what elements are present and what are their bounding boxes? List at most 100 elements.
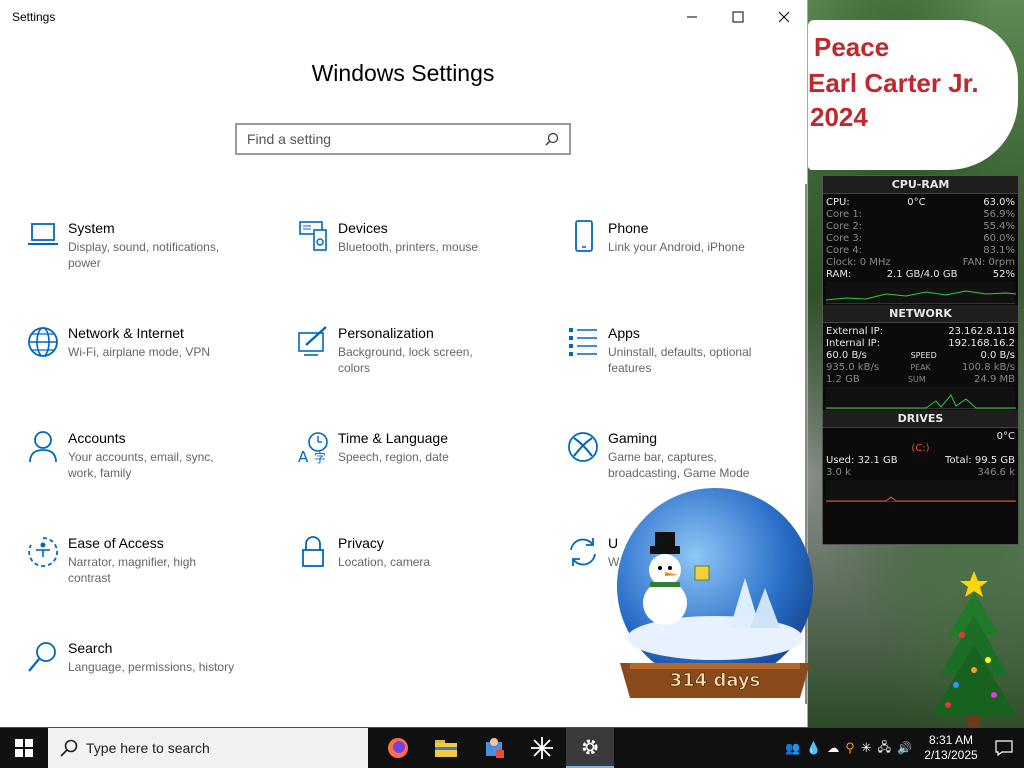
- core-2-label: Core 2:: [826, 221, 863, 232]
- tile-devices[interactable]: Devices Bluetooth, printers, mouse: [288, 220, 538, 300]
- cpu-ram-title: CPU-RAM: [891, 178, 950, 191]
- clock-date: 2/13/2025: [924, 748, 978, 762]
- tile-system-name: System: [68, 220, 115, 236]
- taskbar-settings[interactable]: [566, 728, 614, 768]
- gear-icon: [582, 739, 598, 755]
- tile-time-language[interactable]: A字 Time & Language Speech, region, date: [288, 430, 538, 510]
- close-button[interactable]: [761, 0, 807, 34]
- firefox-icon: [388, 738, 408, 758]
- snow-globe-widget[interactable]: 314 days: [610, 488, 820, 713]
- tile-apps-desc: Uninstall, defaults, optional features: [608, 345, 752, 375]
- cpu-graph: [825, 282, 1017, 304]
- ease-of-access-icon: [18, 535, 68, 575]
- tile-network[interactable]: Network & Internet Wi-Fi, airplane mode, …: [18, 325, 268, 405]
- desktop-banner: Peace Earl Carter Jr. 2024: [808, 20, 1018, 170]
- tile-system[interactable]: System Display, sound, notifications, pow…: [18, 220, 268, 300]
- snow-globe-icon: 314 days: [617, 488, 813, 698]
- tray-volume-icon[interactable]: 🔊: [897, 741, 912, 755]
- taskbar: Type here to search 👥 💧 ☁ ⚲ ✳ 🖧 🔊 8:31 A…: [0, 728, 1024, 768]
- core-4-value: 83.1%: [983, 245, 1015, 256]
- tile-accounts-name: Accounts: [68, 430, 126, 446]
- notification-button[interactable]: [984, 728, 1024, 768]
- tile-phone[interactable]: Phone Link your Android, iPhone: [558, 220, 807, 300]
- tray-search-icon[interactable]: ⚲: [845, 740, 855, 756]
- fan-label: FAN: 0rpm: [962, 257, 1015, 268]
- external-ip-value: 23.162.8.118: [948, 326, 1015, 337]
- drive-read: 3.0 k: [826, 467, 851, 478]
- clock-time: 8:31 AM: [928, 733, 974, 747]
- taskbar-search-icon: [60, 739, 78, 757]
- taskbar-file-explorer[interactable]: [422, 728, 470, 768]
- window-title: Settings: [12, 10, 56, 24]
- settings-search-input[interactable]: [247, 131, 545, 147]
- search-magnifier-icon: [18, 640, 68, 680]
- sum-right: 24.9 MB: [974, 374, 1015, 385]
- taskbar-search-text: Type here to search: [86, 740, 210, 756]
- peak-label: PEAK: [910, 363, 931, 372]
- start-button[interactable]: [0, 728, 48, 768]
- taskbar-clock[interactable]: 8:31 AM 2/13/2025: [918, 733, 984, 763]
- drives-title: DRIVES: [897, 412, 944, 425]
- core-1-label: Core 1:: [826, 209, 863, 220]
- tile-time-language-name: Time & Language: [338, 430, 448, 446]
- folder-icon: [435, 740, 457, 757]
- tray-weather-icon[interactable]: ☁: [827, 741, 839, 755]
- taskbar-search-box[interactable]: Type here to search: [48, 728, 368, 768]
- search-icon[interactable]: [545, 132, 559, 146]
- tray-people-icon[interactable]: 👥: [785, 741, 800, 755]
- taskbar-firefox[interactable]: [374, 728, 422, 768]
- tray-network-icon[interactable]: 🖧: [878, 738, 891, 759]
- windows-logo-icon: [15, 739, 33, 757]
- network-title: NETWORK: [889, 307, 952, 320]
- peak-right: 100.8 kB/s: [961, 362, 1015, 373]
- drive-graph: [826, 480, 1016, 502]
- taskbar-app-3[interactable]: [470, 728, 518, 768]
- devices-icon: [288, 220, 338, 260]
- tile-privacy-name: Privacy: [338, 535, 384, 551]
- app-character-icon: [486, 738, 504, 758]
- christmas-tree-icon: [932, 571, 1016, 727]
- maximize-icon: [732, 11, 744, 23]
- settings-search-box[interactable]: [235, 123, 571, 155]
- tile-personalization[interactable]: Personalization Background, lock screen, …: [288, 325, 538, 405]
- cpu-label: CPU:: [826, 197, 850, 208]
- core-3-label: Core 3:: [826, 233, 863, 244]
- lock-icon: [288, 535, 338, 575]
- notification-icon: [995, 740, 1013, 756]
- minimize-button[interactable]: [669, 0, 715, 34]
- tile-accounts[interactable]: Accounts Your accounts, email, sync, work…: [18, 430, 268, 510]
- peak-left: 935.0 kB/s: [826, 362, 880, 373]
- tray-snowflake-icon[interactable]: ✳: [861, 740, 872, 756]
- title-bar[interactable]: Settings: [0, 0, 807, 34]
- tile-ease-of-access[interactable]: Ease of Access Narrator, magnifier, high …: [18, 535, 268, 615]
- tile-gaming-name: Gaming: [608, 430, 658, 446]
- system-monitor-widget[interactable]: CPU-RAM CPU: 0°C 63.0% Core 1: 56.9% Core 2…: [822, 175, 1019, 545]
- tile-privacy[interactable]: Privacy Location, camera: [288, 535, 538, 615]
- tile-apps[interactable]: Apps Uninstall, defaults, optional featur…: [558, 325, 807, 405]
- speed-label: SPEED: [910, 351, 937, 360]
- maximize-button[interactable]: [715, 0, 761, 34]
- tile-apps-name: Apps: [608, 325, 640, 341]
- tile-search[interactable]: Search Language, permissions, history: [18, 640, 268, 720]
- drive-total: Total: 99.5 GB: [945, 455, 1015, 466]
- network-header: NETWORK: [823, 305, 1018, 323]
- core-2-value: 55.4%: [983, 221, 1015, 232]
- page-title: Windows Settings: [311, 60, 495, 86]
- tile-devices-desc: Bluetooth, printers, mouse: [338, 240, 479, 254]
- core-4-label: Core 4:: [826, 245, 863, 256]
- snowflake-app-icon: [531, 737, 553, 759]
- ram-value: 2.1 GB/4.0 GB: [886, 269, 958, 280]
- external-ip-label: External IP:: [826, 326, 884, 337]
- taskbar-app-4[interactable]: [518, 728, 566, 768]
- tile-network-desc: Wi-Fi, airplane mode, VPN: [68, 345, 211, 359]
- tray-drop-icon[interactable]: 💧: [806, 741, 821, 755]
- tile-ease-of-access-desc: Narrator, magnifier, high contrast: [68, 555, 197, 585]
- svg-text:字: 字: [314, 450, 326, 464]
- cpu-ram-header: CPU-RAM: [823, 176, 1018, 194]
- tile-system-desc: Display, sound, notifications, power: [68, 240, 220, 270]
- minimize-icon: [687, 16, 697, 18]
- system-tray: 👥 💧 ☁ ⚲ ✳ 🖧 🔊 8:31 AM 2/13/2025: [785, 728, 1024, 768]
- tile-search-name: Search: [68, 640, 113, 656]
- banner-line-2: Earl Carter Jr.: [808, 68, 979, 98]
- tile-privacy-desc: Location, camera: [338, 555, 431, 569]
